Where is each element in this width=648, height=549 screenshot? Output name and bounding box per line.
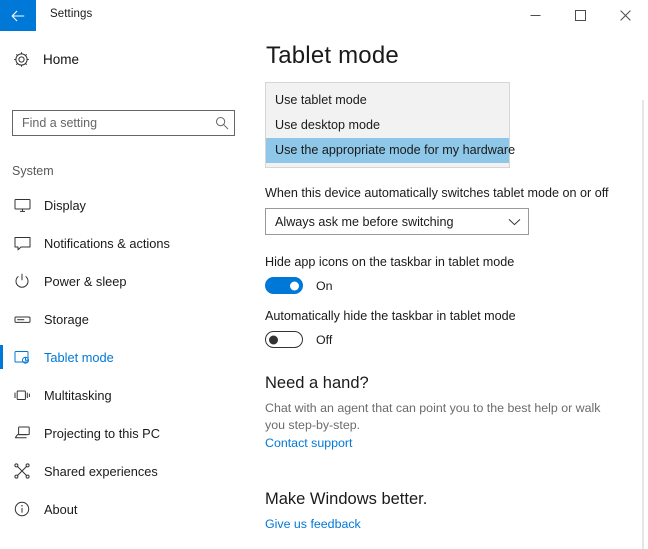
minimize-icon bbox=[530, 10, 541, 21]
sidebar-nav-list: Display Notifications & actions Power & … bbox=[0, 186, 258, 528]
window-controls bbox=[513, 0, 648, 31]
sidebar-label: Display bbox=[44, 197, 86, 213]
sidebar-item-shared-experiences[interactable]: Shared experiences bbox=[0, 452, 258, 490]
sidebar-item-multitasking[interactable]: Multitasking bbox=[0, 376, 258, 414]
arrow-left-icon bbox=[11, 10, 25, 22]
hide-app-icons-state: On bbox=[316, 278, 333, 293]
help-section-body: Chat with an agent that can point you to… bbox=[265, 401, 601, 432]
search-icon[interactable] bbox=[210, 116, 234, 130]
notification-icon bbox=[13, 234, 31, 252]
auto-hide-taskbar-label: Automatically hide the taskbar in tablet… bbox=[265, 309, 516, 323]
window-title: Settings bbox=[50, 8, 93, 20]
chevron-down-icon[interactable] bbox=[500, 218, 528, 226]
search-input[interactable] bbox=[13, 111, 210, 135]
sidebar-group-header: System bbox=[12, 164, 54, 178]
selection-indicator bbox=[0, 345, 3, 369]
give-us-feedback-link[interactable]: Give us feedback bbox=[265, 517, 361, 531]
page-title: Tablet mode bbox=[266, 42, 399, 69]
hide-app-icons-label: Hide app icons on the taskbar in tablet … bbox=[265, 255, 515, 269]
main-content: Tablet mode Use tablet mode Use desktop … bbox=[258, 31, 648, 549]
sidebar-label: About bbox=[44, 501, 78, 517]
sidebar-label: Projecting to this PC bbox=[44, 425, 160, 441]
tablet-icon bbox=[13, 348, 31, 366]
feedback-section-title: Make Windows better. bbox=[265, 490, 428, 508]
back-button[interactable] bbox=[0, 0, 36, 31]
power-icon bbox=[13, 272, 31, 290]
monitor-icon bbox=[13, 196, 31, 214]
maximize-button[interactable] bbox=[558, 0, 603, 31]
sidebar-item-storage[interactable]: Storage bbox=[0, 300, 258, 338]
projecting-icon bbox=[13, 424, 31, 442]
list-item-use-tablet-mode[interactable]: Use tablet mode bbox=[266, 88, 509, 113]
sidebar-label: Shared experiences bbox=[44, 463, 158, 479]
sidebar: Home System Display bbox=[0, 31, 258, 549]
hide-app-icons-toggle[interactable] bbox=[265, 277, 303, 294]
list-item-use-appropriate-mode[interactable]: Use the appropriate mode for my hardware bbox=[266, 138, 515, 163]
sidebar-label: Power & sleep bbox=[44, 273, 127, 289]
title-bar: Settings bbox=[0, 0, 648, 31]
close-button[interactable] bbox=[603, 0, 648, 31]
minimize-button[interactable] bbox=[513, 0, 558, 31]
search-box[interactable] bbox=[12, 110, 235, 136]
storage-icon bbox=[13, 310, 31, 328]
toggle-knob bbox=[269, 335, 278, 344]
multitasking-icon bbox=[13, 386, 31, 404]
info-icon bbox=[13, 500, 31, 518]
toggle-knob bbox=[290, 281, 299, 290]
sidebar-label: Multitasking bbox=[44, 387, 112, 403]
list-item-use-desktop-mode[interactable]: Use desktop mode bbox=[266, 113, 509, 138]
switch-setting-label: When this device automatically switches … bbox=[265, 186, 609, 200]
sidebar-item-display[interactable]: Display bbox=[0, 186, 258, 224]
auto-hide-taskbar-toggle[interactable] bbox=[265, 331, 303, 348]
hide-app-icons-toggle-row: On bbox=[265, 277, 333, 294]
gear-icon bbox=[12, 50, 30, 68]
sidebar-item-projecting-to-this-pc[interactable]: Projecting to this PC bbox=[0, 414, 258, 452]
sidebar-item-notifications-actions[interactable]: Notifications & actions bbox=[0, 224, 258, 262]
close-icon bbox=[620, 10, 631, 21]
help-section-title: Need a hand? bbox=[265, 374, 369, 392]
auto-hide-taskbar-state: Off bbox=[316, 332, 333, 347]
auto-hide-taskbar-toggle-row: Off bbox=[265, 331, 332, 348]
content-scrollbar[interactable] bbox=[642, 100, 644, 549]
tablet-mode-listbox[interactable]: Use tablet mode Use desktop mode Use the… bbox=[265, 82, 515, 168]
shared-icon bbox=[13, 462, 31, 480]
sidebar-home-label: Home bbox=[43, 51, 80, 67]
sidebar-item-tablet-mode[interactable]: Tablet mode bbox=[0, 338, 258, 376]
sidebar-item-home[interactable]: Home bbox=[12, 46, 79, 72]
dropdown-value: Always ask me before switching bbox=[275, 214, 454, 229]
sidebar-item-power-sleep[interactable]: Power & sleep bbox=[0, 262, 258, 300]
switch-behavior-dropdown[interactable]: Always ask me before switching bbox=[265, 208, 529, 235]
sidebar-item-about[interactable]: About bbox=[0, 490, 258, 528]
sidebar-label: Tablet mode bbox=[44, 349, 114, 365]
contact-support-link[interactable]: Contact support bbox=[265, 436, 352, 450]
sidebar-label: Storage bbox=[44, 311, 89, 327]
sidebar-label: Notifications & actions bbox=[44, 235, 170, 251]
maximize-icon bbox=[575, 10, 586, 21]
